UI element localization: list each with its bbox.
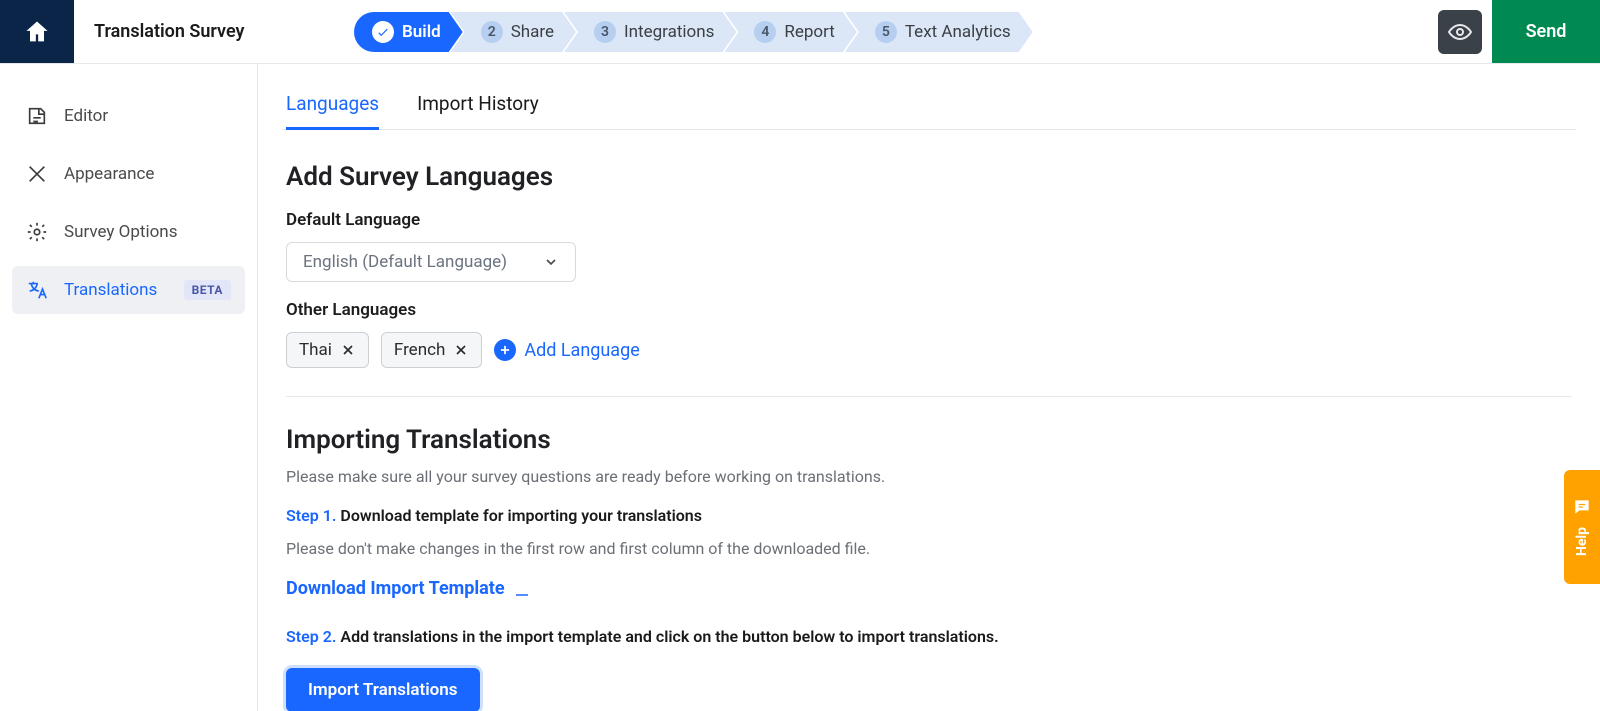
step-2-line: Step 2. Add translations in the import t… — [286, 627, 1572, 646]
chip-label: French — [394, 340, 445, 360]
main-content: Languages Import History Add Survey Lang… — [258, 64, 1600, 711]
chevron-down-icon — [543, 254, 559, 270]
home-icon — [23, 18, 51, 46]
plus-icon — [494, 339, 516, 361]
importing-description: Please make sure all your survey questio… — [286, 467, 1572, 486]
translate-icon — [26, 279, 48, 301]
step-label: Build — [402, 22, 441, 42]
tab-import-history[interactable]: Import History — [417, 86, 539, 130]
sidebar-item-appearance[interactable]: Appearance — [12, 150, 245, 198]
help-label: Help — [1574, 527, 1590, 556]
step-build[interactable]: Build — [354, 12, 463, 52]
editor-icon — [26, 105, 48, 127]
sidebar-item-label: Survey Options — [64, 222, 177, 242]
add-language-label: Add Language — [524, 340, 639, 361]
step-label: Integrations — [624, 22, 714, 42]
eye-icon — [1448, 20, 1472, 44]
step-label: Text Analytics — [905, 22, 1011, 42]
default-language-select[interactable]: English (Default Language) — [286, 242, 576, 282]
close-icon[interactable] — [453, 342, 469, 358]
survey-title: Translation Survey — [74, 0, 334, 63]
sidebar: Editor Appearance Survey Options Transla… — [0, 64, 258, 711]
add-languages-heading: Add Survey Languages — [286, 162, 1572, 192]
home-button[interactable] — [0, 0, 74, 63]
step-number: 3 — [594, 21, 616, 43]
language-chip-french: French — [381, 332, 482, 368]
step-label: Share — [511, 22, 554, 42]
step-integrations[interactable]: 3 Integrations — [564, 12, 736, 52]
sidebar-item-editor[interactable]: Editor — [12, 92, 245, 140]
step-2-number: Step 2. — [286, 627, 336, 646]
step-1-text: Download template for importing your tra… — [340, 506, 702, 525]
download-icon — [513, 580, 531, 598]
tabs: Languages Import History — [282, 86, 1576, 130]
import-translations-button[interactable]: Import Translations — [286, 668, 480, 711]
language-chip-thai: Thai — [286, 332, 369, 368]
step-number: 5 — [875, 21, 897, 43]
chat-icon — [1572, 497, 1592, 517]
help-tab[interactable]: Help — [1564, 470, 1600, 584]
default-language-label: Default Language — [286, 210, 1572, 230]
sidebar-item-label: Editor — [64, 106, 108, 126]
step-1-number: Step 1. — [286, 506, 336, 525]
tab-languages[interactable]: Languages — [286, 86, 379, 130]
other-languages-label: Other Languages — [286, 300, 1572, 320]
step-text-analytics[interactable]: 5 Text Analytics — [845, 12, 1033, 52]
download-template-link[interactable]: Download Import Template — [286, 578, 531, 599]
step-2-text: Add translations in the import template … — [340, 627, 998, 646]
step-1-line: Step 1. Download template for importing … — [286, 506, 1572, 525]
step-label: Report — [784, 22, 834, 42]
step-number: 2 — [481, 21, 503, 43]
chip-label: Thai — [299, 340, 332, 360]
preview-button[interactable] — [1438, 10, 1482, 54]
sidebar-item-label: Translations — [64, 280, 157, 300]
check-icon — [372, 21, 394, 43]
send-button[interactable]: Send — [1492, 0, 1600, 63]
download-link-label: Download Import Template — [286, 578, 505, 599]
gear-icon — [26, 221, 48, 243]
step-number: 4 — [754, 21, 776, 43]
sidebar-item-translations[interactable]: Translations BETA — [12, 266, 245, 314]
select-value: English (Default Language) — [303, 252, 507, 272]
appearance-icon — [26, 163, 48, 185]
sidebar-item-label: Appearance — [64, 164, 154, 184]
add-language-button[interactable]: Add Language — [494, 339, 639, 361]
step-report[interactable]: 4 Report — [724, 12, 856, 52]
importing-heading: Importing Translations — [286, 425, 1572, 455]
step-1-note: Please don't make changes in the first r… — [286, 539, 1572, 558]
section-divider — [286, 396, 1572, 397]
wizard-steps: Build 2 Share 3 Integrations 4 Report 5 … — [334, 12, 1033, 52]
step-share[interactable]: 2 Share — [451, 12, 576, 52]
beta-badge: BETA — [184, 280, 231, 300]
sidebar-item-survey-options[interactable]: Survey Options — [12, 208, 245, 256]
close-icon[interactable] — [340, 342, 356, 358]
